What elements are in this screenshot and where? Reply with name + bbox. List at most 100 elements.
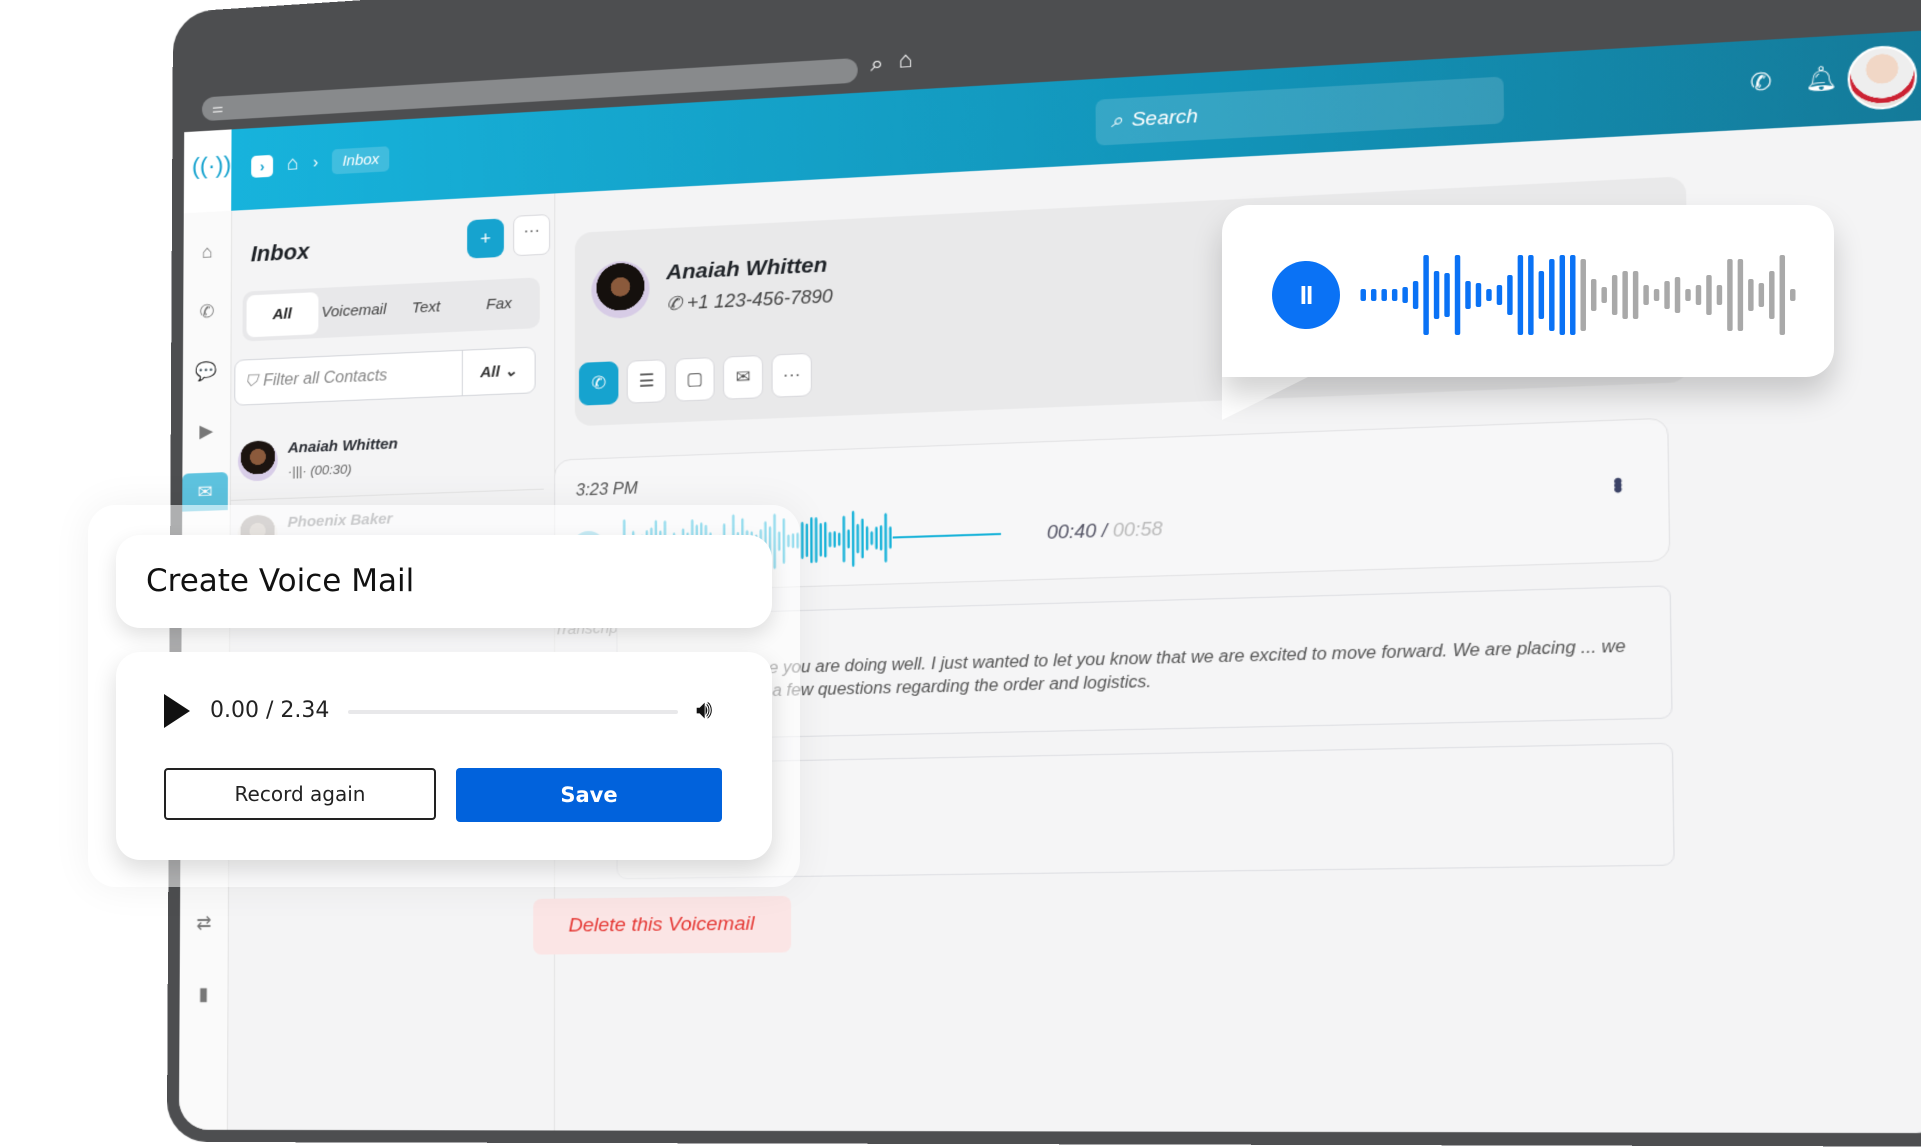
create-voicemail-title: Create Voice Mail xyxy=(146,563,415,599)
waveform-bar xyxy=(1685,289,1691,301)
search-placeholder: Search xyxy=(1131,105,1199,132)
waveform-bar xyxy=(810,516,813,564)
phone-ringing-icon[interactable]: ✆ xyxy=(1750,68,1772,97)
playback-waveform[interactable] xyxy=(1358,255,1798,335)
waveform-bar xyxy=(1454,255,1461,335)
tab-text[interactable]: Text xyxy=(390,285,463,331)
breadcrumb-current[interactable]: Inbox xyxy=(332,146,390,175)
more-actions-button[interactable]: ··· xyxy=(771,352,812,398)
waveform-bar xyxy=(1444,273,1450,317)
waveform-bar xyxy=(870,531,874,546)
chevron-right-icon: › xyxy=(312,153,319,171)
waveform-bar xyxy=(875,526,878,550)
waveform-bar xyxy=(1412,281,1419,309)
delete-voicemail-button[interactable]: Delete this Voicemail xyxy=(533,895,791,955)
save-button[interactable]: Save xyxy=(456,768,722,822)
tab-voicemail[interactable]: Voicemail xyxy=(318,289,390,335)
voicemail-menu-button[interactable]: ••• xyxy=(1602,476,1633,489)
waveform-bar xyxy=(884,513,888,563)
search-input[interactable]: ⌕ Search xyxy=(1095,76,1505,146)
home-icon[interactable]: ⌂ xyxy=(195,241,219,266)
playback-progress[interactable] xyxy=(348,710,678,714)
create-voicemail-header: Create Voice Mail xyxy=(116,535,772,628)
waveform-bar xyxy=(861,518,864,559)
home-icon[interactable]: ⌂ xyxy=(287,152,299,176)
user-avatar[interactable] xyxy=(1847,44,1918,112)
transfer-icon[interactable]: ⇄ xyxy=(192,913,216,938)
playback-bubble: II xyxy=(1222,205,1834,377)
filter-input[interactable]: ⛉ Filter all Contacts xyxy=(235,350,463,405)
waveform-bar xyxy=(1549,259,1555,331)
message-button[interactable]: ☰ xyxy=(626,359,667,404)
waveform-bar xyxy=(1779,255,1786,335)
waveform-bar xyxy=(865,526,869,551)
volume-icon[interactable]: 🔊︎ xyxy=(696,694,712,726)
add-button[interactable]: + xyxy=(467,218,504,259)
filter-select[interactable]: All ⌄ xyxy=(463,361,535,382)
sliders-icon[interactable]: ⚌ xyxy=(212,100,224,117)
waveform-bar xyxy=(833,531,836,548)
video-icon[interactable]: ▶ xyxy=(194,420,218,445)
waveform-bar xyxy=(837,532,841,546)
waveform-bar xyxy=(851,510,855,567)
video-button[interactable]: ▢ xyxy=(674,357,715,402)
chat-icon[interactable]: 💬 xyxy=(195,361,219,386)
waveform-bar xyxy=(1695,285,1702,305)
email-button[interactable]: ✉ xyxy=(722,354,764,400)
pause-button[interactable]: II xyxy=(1272,261,1340,329)
phone-icon[interactable]: ✆ xyxy=(195,301,219,326)
waveform-bar xyxy=(1580,259,1586,331)
waveform-bar xyxy=(1748,279,1754,311)
waveform-bar xyxy=(879,525,883,551)
filter-placeholder: Filter all Contacts xyxy=(263,367,388,390)
play-icon[interactable] xyxy=(164,694,190,728)
phone-icon: ✆ xyxy=(666,292,688,315)
expand-sidebar-button[interactable]: › xyxy=(251,154,274,178)
waveform-bar xyxy=(847,529,850,549)
list-item[interactable]: Anaiah Whitten ·|||· (00:30) xyxy=(229,417,544,501)
waveform-bar xyxy=(1622,271,1628,319)
waveform-bar xyxy=(1496,285,1503,305)
waveform-bar xyxy=(1601,287,1607,303)
waveform-bar xyxy=(1570,255,1576,335)
chevron-down-icon: ⌄ xyxy=(504,362,518,381)
logo-column: ((·)) xyxy=(183,129,232,214)
contact-avatar xyxy=(237,440,278,482)
waveform-bar xyxy=(814,517,818,563)
call-button[interactable]: ✆ xyxy=(578,361,619,406)
waveform-bar xyxy=(1758,283,1765,307)
tab-fax[interactable]: Fax xyxy=(462,282,535,328)
waveform-bar xyxy=(1486,289,1492,301)
waveform-bar xyxy=(1790,289,1796,301)
waveform-bar xyxy=(1391,289,1398,301)
waveform-bar xyxy=(828,531,832,548)
contact-phone: ✆ +1 123-456-7890 xyxy=(666,285,833,315)
more-button[interactable]: ··· xyxy=(513,213,551,257)
waveform-bar xyxy=(1402,287,1408,303)
breadcrumb: › ⌂ › Inbox xyxy=(251,146,390,179)
tab-all[interactable]: All xyxy=(246,292,318,338)
waveform-bar xyxy=(805,523,809,558)
waveform-bar xyxy=(1727,259,1733,331)
voicemail-duration: 00:40 / 00:58 xyxy=(1046,518,1163,544)
contact-sub: ·|||· (00:30) xyxy=(287,461,352,479)
device-icon[interactable]: ▮ xyxy=(191,984,215,1008)
waveform-bar xyxy=(819,522,823,557)
waveform-bar xyxy=(1716,285,1723,305)
scene: ⚌ ⌕ ⌂ _☐X ((·)) › ⌂ › Inbox ⌕ Se xyxy=(0,0,1921,1147)
waveform-bar xyxy=(1590,279,1597,311)
waveform-bar xyxy=(800,521,804,560)
waveform-bar xyxy=(1611,275,1618,315)
record-again-button[interactable]: Record again xyxy=(164,768,436,820)
home-icon[interactable]: ⌂ xyxy=(898,46,912,74)
contact-avatar xyxy=(591,259,650,320)
waveform-bar xyxy=(1381,289,1387,301)
waveform-bar xyxy=(1433,271,1440,319)
waveform-bar xyxy=(1465,281,1471,309)
bell-icon[interactable]: 🔔︎ xyxy=(1805,64,1839,94)
waveform-bar xyxy=(1769,271,1775,319)
contact-name: Anaiah Whitten xyxy=(287,435,398,457)
search-icon[interactable]: ⌕ xyxy=(870,50,883,78)
filter-icon: ⛉ xyxy=(245,372,258,391)
waveform-bar xyxy=(1737,259,1744,331)
